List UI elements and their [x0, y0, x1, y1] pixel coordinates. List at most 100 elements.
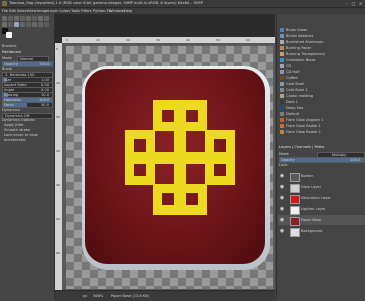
menu-colors[interactable]: Colors — [59, 9, 70, 13]
eye-icon[interactable]: ◉ — [279, 195, 285, 201]
brushes-header[interactable]: Brushes — [2, 44, 16, 48]
menu-image[interactable]: Image — [37, 9, 48, 13]
menu-windows[interactable]: Windows — [109, 9, 125, 13]
resource-name: Caribbean Blues — [286, 57, 316, 62]
resource-list-item[interactable]: Dark 1 — [279, 99, 364, 104]
clone-icon[interactable] — [26, 22, 31, 27]
ruler-h-label: 50 — [216, 37, 220, 42]
crop-icon[interactable] — [26, 16, 31, 21]
resource-list-item[interactable]: CD Half — [279, 69, 364, 74]
incremental-checkbox[interactable]: Incremental — [4, 138, 26, 142]
resource-swatch — [280, 87, 284, 92]
menu-edit[interactable]: Edit — [9, 9, 16, 13]
resource-list-item[interactable]: Caribbean Blues — [279, 57, 364, 62]
resource-list-item[interactable]: Blues Grass — [279, 27, 364, 32]
ruler-h-label: 30 — [156, 37, 160, 42]
background-color-swatch[interactable] — [6, 32, 12, 38]
resource-name: Default — [286, 111, 300, 116]
gradient-icon[interactable] — [8, 22, 13, 27]
ruler-v-label: 30 — [56, 149, 60, 153]
layer-name: Paper Base — [301, 218, 322, 222]
move-tool-icon[interactable] — [2, 16, 7, 21]
eye-icon[interactable]: ◉ — [279, 206, 285, 212]
eraser-icon[interactable] — [20, 22, 25, 27]
apply-jitter-checkbox[interactable]: Apply Jitter — [4, 123, 24, 127]
status-layer-info: Paper Base (23.8 KB) — [111, 293, 149, 298]
resource-list-item[interactable]: Flare Glow Radial 2 — [279, 129, 364, 134]
eye-icon[interactable]: ◉ — [279, 217, 285, 223]
layer-opacity-slider[interactable]: Opacity 100.0 — [279, 157, 365, 163]
resource-list-item[interactable]: Crown molding — [279, 93, 364, 98]
resource-list-item[interactable]: CD — [279, 63, 364, 68]
close-button[interactable]: × — [358, 1, 363, 6]
layer-row[interactable]: ◉ Lighten Layer — [278, 204, 365, 215]
resource-list-item[interactable]: Default — [279, 111, 364, 116]
unit-select[interactable]: px — [83, 294, 87, 298]
resource-swatch — [280, 33, 284, 38]
gimp-app-icon — [2, 1, 7, 6]
resource-name: Burning Transparency — [286, 51, 326, 56]
resource-list-item[interactable]: Deep Sea — [279, 105, 364, 110]
text-tool-icon[interactable] — [44, 16, 49, 21]
layer-thumbnail — [290, 216, 300, 226]
resource-swatch — [280, 75, 284, 80]
layer-row[interactable]: ◉ Glow Layer — [278, 182, 365, 193]
transform-icon[interactable] — [32, 16, 37, 21]
ruler-h-label: 0 — [66, 37, 68, 42]
eye-icon[interactable]: ◉ — [279, 228, 285, 234]
resource-list-item[interactable]: Cold Steel 2 — [279, 87, 364, 92]
layers-dock-tabs[interactable]: Layers | Channels | Paths — [279, 145, 324, 149]
resource-list-item[interactable]: Burnished Aluminum — [279, 39, 364, 44]
resource-list-item[interactable]: Flare Glow Angular 1 — [279, 117, 364, 122]
menu-file[interactable]: File — [2, 9, 8, 13]
warp-icon[interactable] — [38, 16, 43, 21]
rect-select-icon[interactable] — [8, 16, 13, 21]
resource-swatch — [280, 63, 284, 68]
resource-list-item[interactable]: Coffee — [279, 75, 364, 80]
lasso-icon[interactable] — [14, 16, 19, 21]
eye-icon[interactable]: ◉ — [279, 184, 285, 190]
layer-row[interactable]: ◉ Paper Base — [278, 215, 365, 226]
resource-swatch — [280, 45, 284, 50]
layer-row[interactable]: ◉ Background — [278, 226, 365, 237]
maximize-button[interactable]: □ — [351, 1, 356, 6]
menu-tools[interactable]: Tools — [71, 9, 80, 13]
dodge-burn-icon[interactable] — [38, 22, 43, 27]
dynamics-options-expander[interactable]: Dynamics Options — [2, 118, 35, 122]
force-label: Force — [4, 103, 14, 108]
ruler-v-label: 20 — [56, 115, 60, 119]
fuzzy-select-icon[interactable] — [20, 16, 25, 21]
zoom-select[interactable]: 566% — [93, 294, 103, 298]
layer-thumbnail — [290, 183, 300, 193]
resource-list-item[interactable]: Bluish Abstract — [279, 33, 364, 38]
lock-brush-checkbox[interactable]: Lock brush to view — [4, 133, 38, 137]
menu-filters[interactable]: Filters — [81, 9, 92, 13]
resource-list-item[interactable]: Cold Steel — [279, 81, 364, 86]
bucket-fill-icon[interactable] — [2, 22, 7, 27]
layer-row[interactable]: ◉ Border — [278, 171, 365, 182]
resource-swatch — [280, 105, 284, 110]
resource-swatch — [280, 51, 284, 56]
force-value: 50.0 — [41, 103, 50, 108]
resource-name: Dark 1 — [286, 99, 298, 104]
resource-list-item[interactable]: Burning Transparency — [279, 51, 364, 56]
menu-select[interactable]: Select — [17, 9, 28, 13]
smudge-icon[interactable] — [32, 22, 37, 27]
dynamics-label: Dynamics — [2, 108, 20, 112]
status-bar: px 566% Paper Base (23.8 KB) — [55, 290, 275, 301]
ruler-h-label: 40 — [186, 37, 190, 42]
menu-help[interactable]: Help — [124, 9, 132, 13]
menu-layer[interactable]: Layer — [48, 9, 58, 13]
resource-name: CD Half — [286, 69, 300, 74]
eye-icon[interactable]: ◉ — [279, 173, 285, 179]
paintbrush-icon[interactable] — [14, 22, 19, 27]
layer-thumbnail — [290, 172, 300, 182]
resource-list-item[interactable]: Burning Paper — [279, 45, 364, 50]
menu-view[interactable]: View — [28, 9, 37, 13]
layer-row[interactable]: ◉ Saturation Layer — [278, 193, 365, 204]
color-picker-icon[interactable] — [44, 22, 49, 27]
resource-list-item[interactable]: Flare Glow Radial 1 — [279, 123, 364, 128]
minimize-button[interactable]: – — [344, 1, 349, 6]
smooth-stroke-checkbox[interactable]: Smooth stroke — [4, 128, 30, 132]
resource-swatch — [280, 99, 284, 104]
